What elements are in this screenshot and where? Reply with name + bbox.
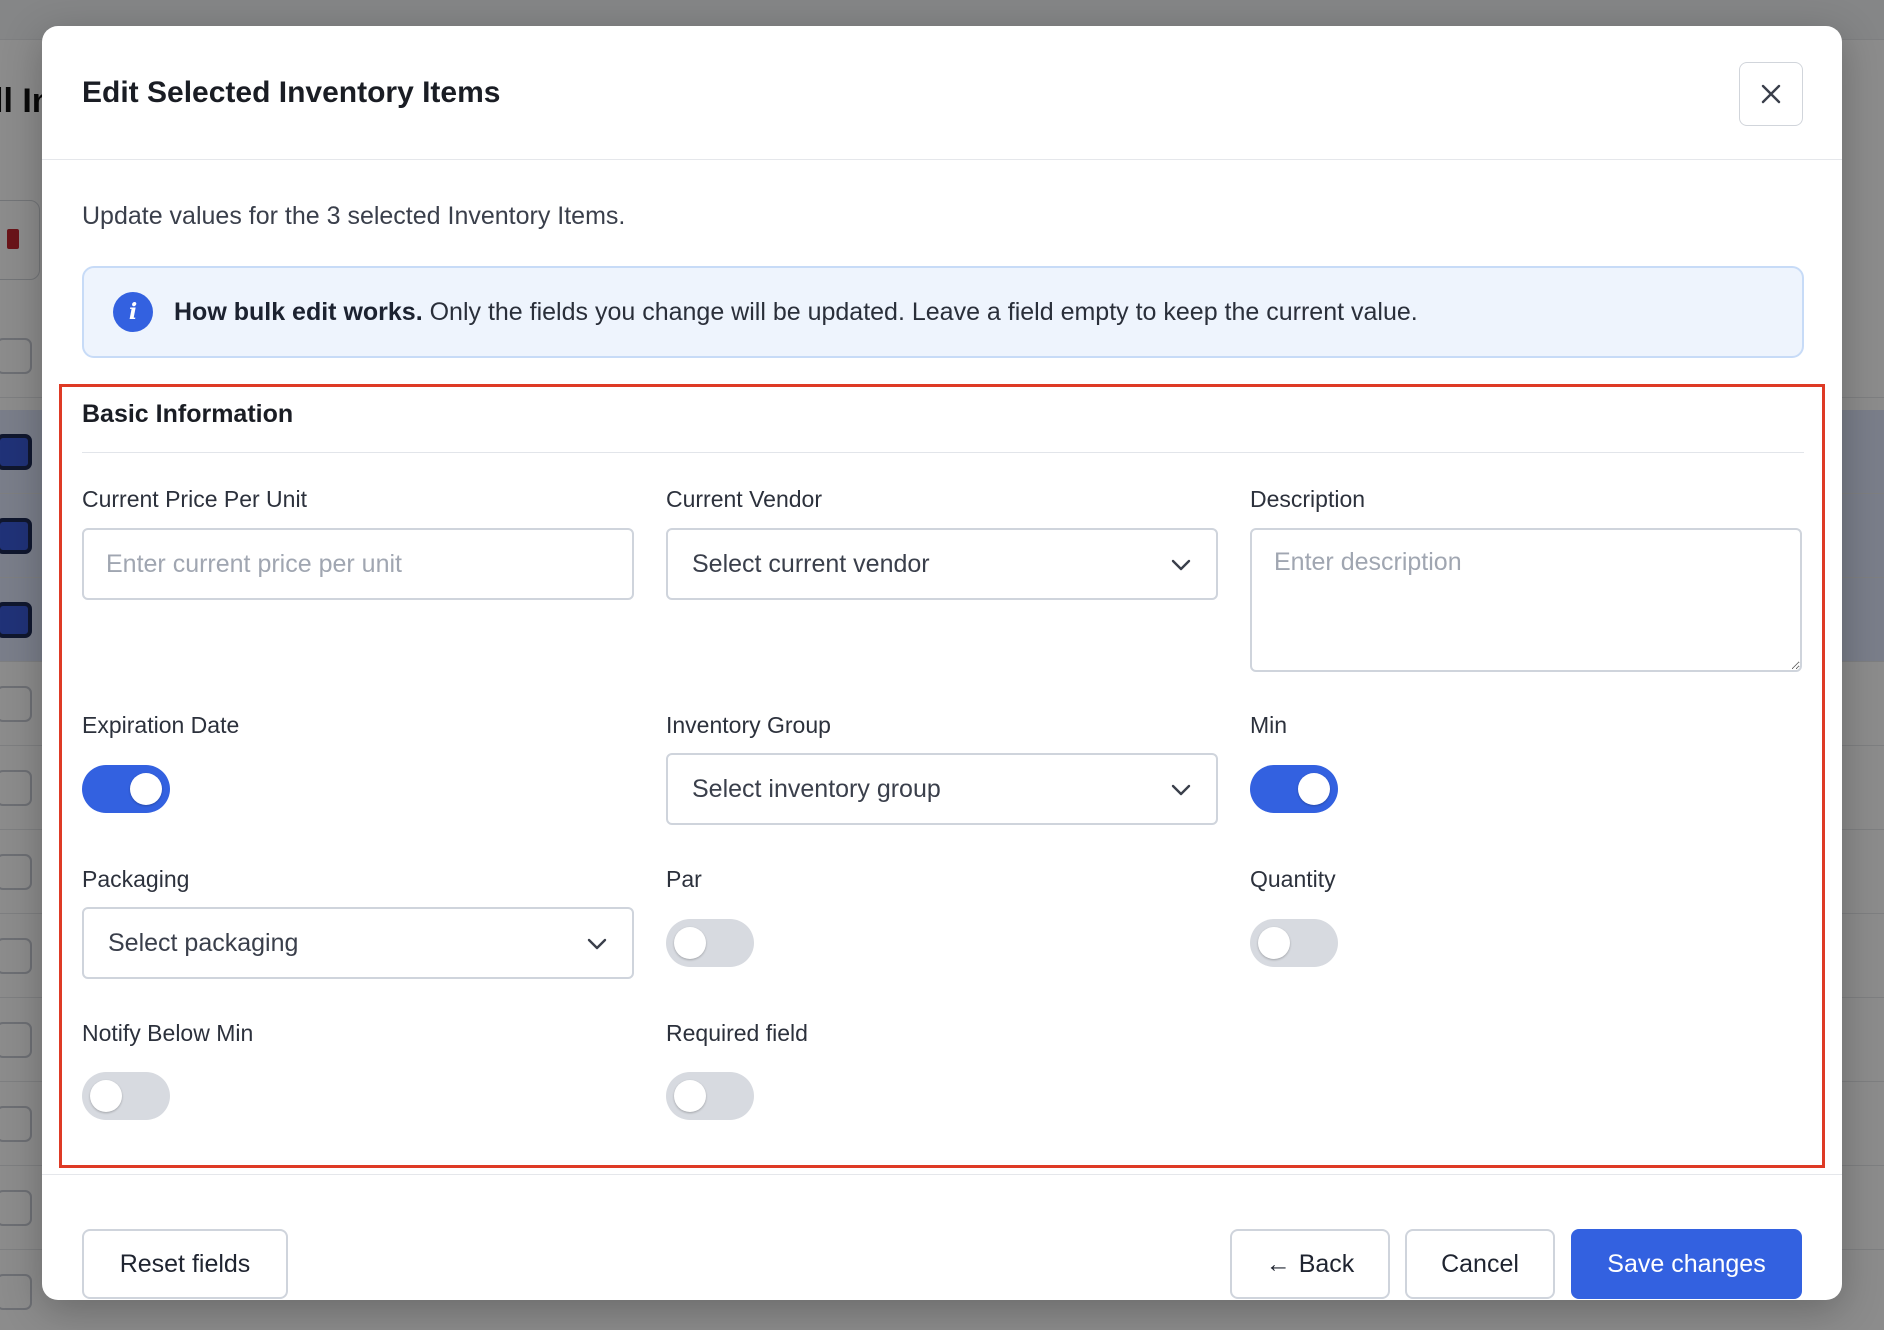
toggle-knob (90, 1080, 122, 1112)
info-text-bold: How bulk edit works. (174, 298, 423, 326)
arrow-left-icon: ← (1265, 1249, 1291, 1278)
toggle-knob (1298, 773, 1330, 805)
toggle-knob (674, 1080, 706, 1112)
min-toggle[interactable] (1250, 765, 1338, 813)
back-button[interactable]: ← Back (1230, 1229, 1390, 1299)
description-textarea[interactable] (1250, 528, 1802, 672)
modal-header: Edit Selected Inventory Items (42, 26, 1842, 160)
cancel-button[interactable]: Cancel (1405, 1229, 1555, 1299)
current-vendor-select[interactable]: Select current vendor (666, 528, 1218, 600)
quantity-toggle[interactable] (1250, 919, 1338, 967)
info-callout: i How bulk edit works. Only the fields y… (82, 266, 1804, 358)
required-field-toggle[interactable] (666, 1072, 754, 1120)
expiration-date-toggle[interactable] (82, 765, 170, 813)
toggle-knob (130, 773, 162, 805)
current-price-input[interactable] (82, 528, 634, 600)
modal-title: Edit Selected Inventory Items (82, 76, 501, 109)
packaging-select[interactable]: Select packaging (82, 907, 634, 979)
inventory-group-select[interactable]: Select inventory group (666, 753, 1218, 825)
back-button-label: Back (1298, 1249, 1355, 1278)
modal-subtitle: Update values for the 3 selected Invento… (82, 202, 626, 230)
min-label: Min (1250, 712, 1288, 738)
close-button[interactable] (1739, 62, 1803, 126)
expiration-date-label: Expiration Date (82, 712, 240, 738)
current-vendor-label: Current Vendor (666, 486, 822, 512)
description-label: Description (1250, 486, 1366, 512)
inventory-group-value: Select inventory group (692, 775, 941, 803)
edit-items-modal: Edit Selected Inventory Items Update val… (42, 26, 1842, 1300)
section-divider (82, 452, 1804, 453)
chevron-down-icon (1171, 559, 1191, 571)
info-icon: i (113, 292, 153, 332)
save-changes-button[interactable]: Save changes (1571, 1229, 1802, 1299)
inventory-group-label: Inventory Group (666, 712, 831, 738)
chevron-down-icon (587, 938, 607, 950)
modal-footer: Reset fields ← Back Cancel Save changes (42, 1174, 1842, 1300)
packaging-label: Packaging (82, 866, 190, 892)
current-price-label: Current Price Per Unit (82, 486, 307, 512)
quantity-label: Quantity (1250, 866, 1336, 892)
packaging-value: Select packaging (108, 929, 299, 957)
info-text-body: Only the fields you change will be updat… (422, 298, 1418, 326)
required-field-label: Required field (666, 1020, 808, 1046)
par-label: Par (666, 866, 702, 892)
info-text: How bulk edit works. Only the fields you… (174, 298, 1418, 327)
par-toggle[interactable] (666, 919, 754, 967)
notify-below-min-toggle[interactable] (82, 1072, 170, 1120)
chevron-down-icon (1171, 784, 1191, 796)
toggle-knob (1258, 927, 1290, 959)
section-title: Basic Information (82, 400, 294, 428)
current-vendor-value: Select current vendor (692, 550, 930, 578)
close-icon (1761, 84, 1781, 104)
notify-below-min-label: Notify Below Min (82, 1020, 254, 1046)
reset-fields-button[interactable]: Reset fields (82, 1229, 288, 1299)
toggle-knob (674, 927, 706, 959)
